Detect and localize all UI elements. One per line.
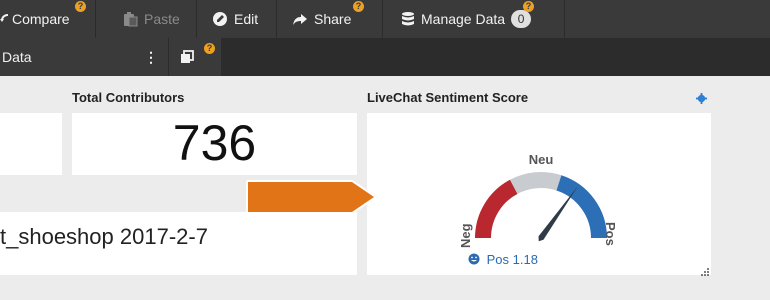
sentiment-gauge: Neu Neg Pos [458,152,618,248]
toolbar-divider [196,0,197,38]
compare-icon [0,11,9,27]
compare-label: Compare [12,11,70,27]
gauge-positive-segment [556,175,607,239]
database-icon [401,11,415,27]
dataset-name-text: t_shoeshop 2017-2-7 [0,224,208,249]
share-help-icon[interactable]: ? [353,1,364,12]
paste-icon [122,11,138,27]
manage-data-count-badge: 0 [511,10,532,28]
left-metric-card [0,113,62,175]
gauge-neu-label: Neu [529,152,554,167]
paste-label: Paste [144,11,180,27]
toolbar-divider [95,0,96,38]
gauge-pos-label: Pos [603,222,618,246]
gauge-needle [538,185,579,242]
gauge-neutral-segment [510,172,562,195]
data-tab-label: Data [2,49,32,65]
gauge-negative-segment [475,179,518,239]
sentiment-card-title: LiveChat Sentiment Score [367,90,529,105]
toolbar-divider [276,0,277,38]
sentiment-score: Pos 1.18 [367,252,639,267]
tab-menu-icon[interactable]: ⋮ [144,49,158,65]
compare-help-icon[interactable]: ? [75,1,86,12]
clone-tab-button[interactable]: ? [169,38,221,76]
manage-data-help-icon[interactable]: ? [523,1,534,12]
clone-help-icon[interactable]: ? [204,43,215,54]
contributors-count: 736 [172,115,257,171]
paste-button[interactable]: Paste [122,0,180,38]
toolbar-divider [382,0,383,38]
data-tab[interactable]: Data ⋮ [0,38,168,76]
compare-button[interactable]: Compare [0,0,70,38]
contributors-card-title: Total Contributors [72,90,185,105]
share-button[interactable]: Share [292,0,351,38]
manage-data-button[interactable]: Manage Data 0 [401,0,532,38]
edit-icon [212,11,228,27]
share-icon [292,11,308,27]
callout-arrow [246,180,376,214]
toolbar-divider [564,0,565,38]
top-toolbar: Compare ? Paste Edit Share ? Manage Data… [0,0,770,38]
edit-button[interactable]: Edit [212,0,258,38]
sentiment-score-text: Pos 1.18 [486,252,538,267]
smiley-icon [468,253,480,265]
share-label: Share [314,11,352,27]
gauge-neg-label: Neg [458,223,473,248]
clone-icon [180,50,194,64]
edit-label: Edit [234,11,259,27]
resize-handle-icon[interactable] [700,264,710,276]
worksheet-tab-bar: Data ⋮ ? [0,38,770,76]
gear-icon[interactable] [696,91,707,104]
manage-data-label: Manage Data [421,11,506,27]
